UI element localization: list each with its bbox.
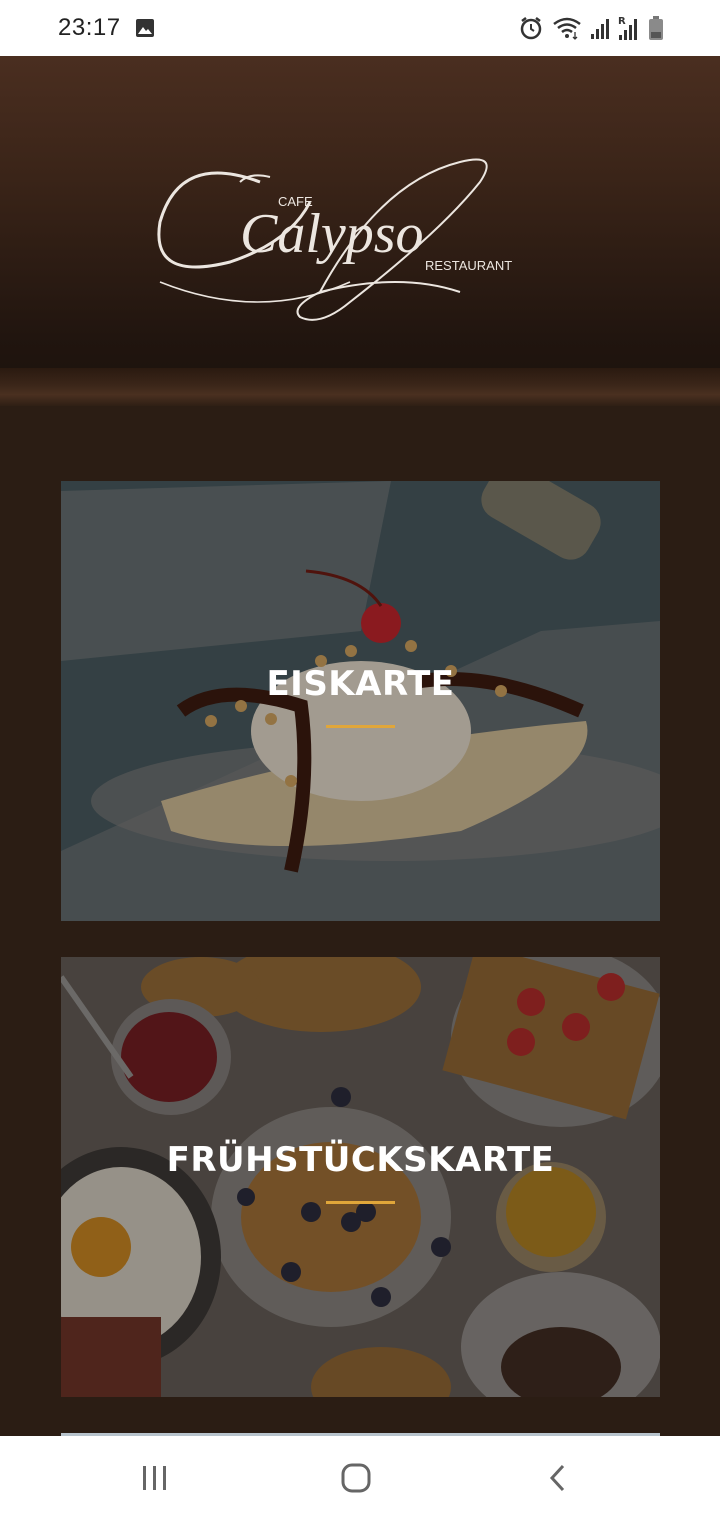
- card-title-eiskarte: EISKARTE: [266, 664, 455, 704]
- recent-apps-icon[interactable]: [135, 1458, 175, 1498]
- navigation-bar: [0, 1436, 720, 1520]
- battery-icon: [648, 15, 664, 41]
- logo-name: Calypso: [240, 203, 424, 265]
- svg-text:R: R: [618, 16, 626, 27]
- status-left: 23:17: [58, 14, 155, 42]
- alarm-icon: [518, 15, 544, 41]
- signal-icon: [590, 16, 610, 40]
- status-bar: 23:17 R: [0, 0, 720, 56]
- image-icon: [135, 18, 155, 38]
- status-right: R: [518, 15, 664, 41]
- header-band: [0, 368, 720, 406]
- header: CAFE Calypso RESTAURANT: [0, 56, 720, 406]
- card-underline: [326, 725, 395, 728]
- card-underline: [326, 1201, 395, 1204]
- status-time: 23:17: [58, 14, 121, 41]
- card-title-fruehstueckskarte: FRÜHSTÜCKSKARTE: [166, 1140, 555, 1180]
- home-icon[interactable]: [336, 1458, 376, 1498]
- wifi-icon: [552, 15, 582, 41]
- menu-card-fruehstueckskarte[interactable]: FRÜHSTÜCKSKARTE: [61, 957, 660, 1397]
- menu-card-eiskarte[interactable]: EISKARTE: [61, 481, 660, 921]
- signal-roaming-icon: R: [618, 15, 640, 41]
- back-icon[interactable]: [538, 1458, 578, 1498]
- calypso-logo: CAFE Calypso RESTAURANT: [157, 158, 512, 321]
- menu-list[interactable]: EISKARTE FRÜHSTÜCKSKARTE: [0, 406, 720, 1443]
- logo-restaurant: RESTAURANT: [425, 258, 512, 273]
